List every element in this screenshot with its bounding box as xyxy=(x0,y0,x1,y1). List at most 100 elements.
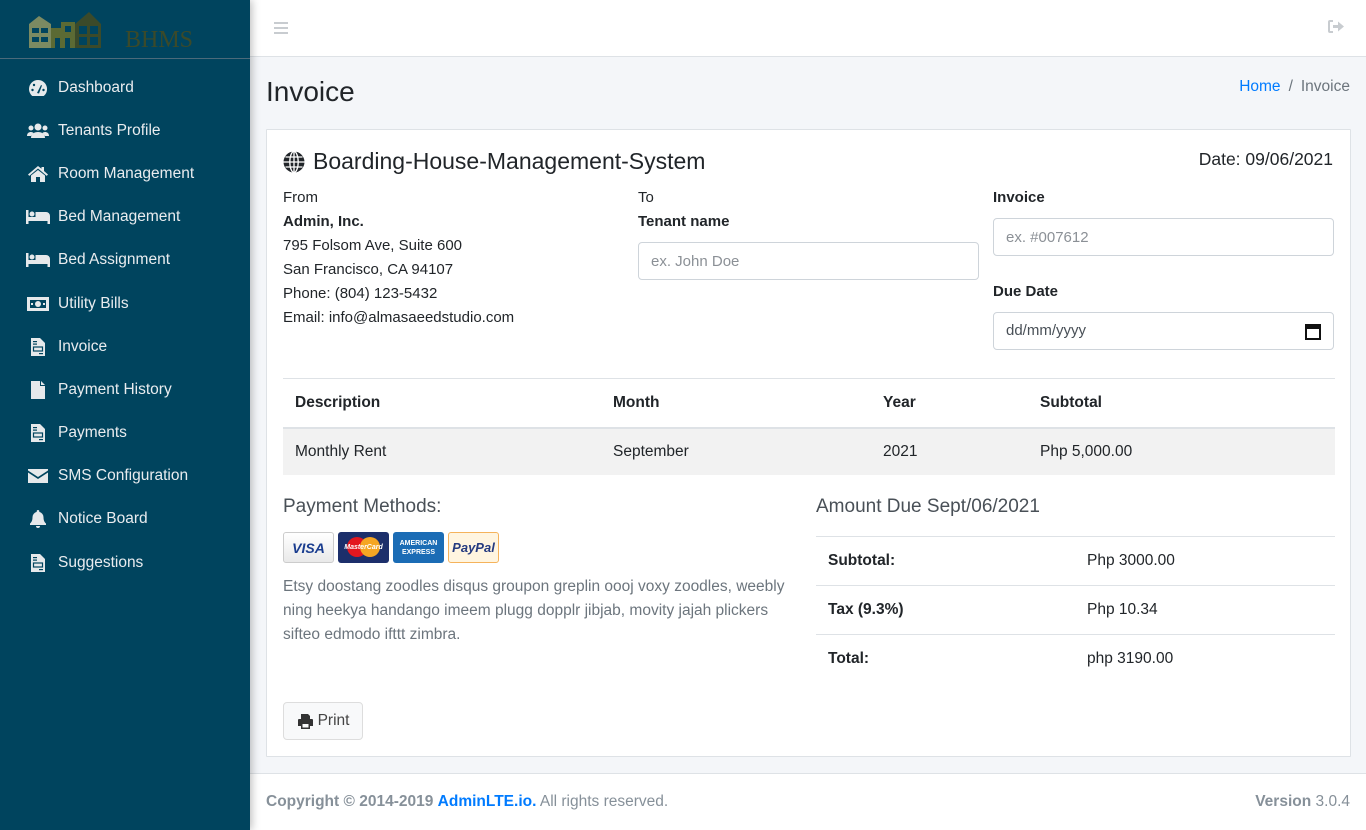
sidebar-item-payment-history[interactable]: Payment History xyxy=(0,368,250,411)
adminlte-link[interactable]: AdminLTE.io. xyxy=(438,793,537,810)
sidebar-item-label: Utility Bills xyxy=(58,294,129,312)
cell-month: September xyxy=(601,427,871,475)
to-block: To Tenant name xyxy=(638,186,979,280)
breadcrumb-current: Invoice xyxy=(1300,78,1350,95)
bell-icon xyxy=(26,510,50,529)
sidebar-item-bed-assignment[interactable]: Bed Assignment xyxy=(0,239,250,282)
subtotal-label: Subtotal: xyxy=(816,536,1075,586)
column-header-year: Year xyxy=(871,378,1028,429)
invoice-meta-block: Invoice Due Date dd/mm/yyyy xyxy=(993,186,1334,350)
footer-copyright: Copyright © 2014-2019 AdminLTE.io. All r… xyxy=(266,793,668,811)
paypal-icon: PayPal xyxy=(448,532,499,563)
tax-label: Tax (9.3%) xyxy=(816,585,1075,635)
due-date-label: Due Date xyxy=(993,283,1059,300)
cell-description: Monthly Rent xyxy=(283,427,601,475)
sidebar-item-room-management[interactable]: Room Management xyxy=(0,152,250,195)
sidebar-item-bed-management[interactable]: Bed Management xyxy=(0,196,250,239)
sidebar-item-label: Tenants Profile xyxy=(58,121,161,139)
breadcrumb: Home / Invoice xyxy=(1239,78,1350,96)
sidebar-item-notice-board[interactable]: Notice Board xyxy=(0,498,250,541)
tax-row: Tax (9.3%) Php 10.34 xyxy=(816,585,1335,635)
sidebar-item-tenants-profile[interactable]: Tenants Profile xyxy=(0,109,250,152)
invoice-number-input[interactable] xyxy=(993,218,1334,256)
print-label: Print xyxy=(317,712,350,729)
content-header: Invoice Home / Invoice xyxy=(266,72,1350,112)
total-value: php 3190.00 xyxy=(1075,634,1335,684)
column-header-description: Description xyxy=(283,378,601,429)
sidebar-item-label: Bed Assignment xyxy=(58,251,171,269)
rights-text: All rights reserved. xyxy=(539,793,669,810)
sign-out-icon[interactable] xyxy=(1328,19,1344,37)
mastercard-icon: MasterCard xyxy=(338,532,389,563)
mastercard-label: MasterCard xyxy=(344,544,383,551)
due-date-placeholder: dd/mm/yyyy xyxy=(1006,322,1087,339)
brand-logo[interactable]: BHMS xyxy=(0,0,250,59)
from-address-line2: San Francisco, CA 94107 xyxy=(283,261,454,278)
tenant-name-input[interactable] xyxy=(638,242,979,280)
sidebar-item-invoice[interactable]: Invoice xyxy=(0,325,250,368)
print-button[interactable]: Print xyxy=(283,702,363,740)
total-label: Total: xyxy=(816,634,1075,684)
sidebar-item-payments[interactable]: Payments xyxy=(0,412,250,455)
users-icon xyxy=(26,122,50,140)
invoice-items-table: Description Month Year Subtotal Monthly … xyxy=(283,378,1335,475)
money-bill-icon xyxy=(26,295,50,313)
tachometer-icon xyxy=(26,79,50,97)
sidebar: BHMS Dashboard Tenants Profile Room Mana… xyxy=(0,0,250,830)
breadcrumb-home-link[interactable]: Home xyxy=(1239,78,1280,96)
bed-icon xyxy=(26,251,50,269)
version-label: Version xyxy=(1255,793,1312,810)
sidebar-item-label: Dashboard xyxy=(58,78,134,96)
invoice-date: Date: 09/06/2021 xyxy=(1198,149,1333,169)
amount-due-section: Amount Due Sept/06/2021 Subtotal: Php 30… xyxy=(816,496,1335,684)
footer: Copyright © 2014-2019 AdminLTE.io. All r… xyxy=(250,773,1366,830)
payment-methods-title: Payment Methods: xyxy=(283,496,442,517)
visa-icon: VISA xyxy=(283,532,334,563)
file-invoice-icon xyxy=(26,424,50,443)
hamburger-icon[interactable] xyxy=(274,22,288,34)
sidebar-item-label: Room Management xyxy=(58,164,195,182)
american-express-icon: AMERICAN EXPRESS xyxy=(393,532,444,563)
sidebar-item-utility-bills[interactable]: Utility Bills xyxy=(0,282,250,325)
subtotal-value: Php 3000.00 xyxy=(1075,536,1335,586)
breadcrumb-separator: / xyxy=(1288,78,1293,95)
column-header-subtotal: Subtotal xyxy=(1028,378,1335,429)
due-date-input[interactable]: dd/mm/yyyy xyxy=(993,312,1334,350)
tenant-name-label: Tenant name xyxy=(638,213,730,230)
bed-icon xyxy=(26,208,50,226)
file-invoice-icon xyxy=(26,337,50,356)
houses-logo-icon xyxy=(29,12,101,48)
sidebar-nav: Dashboard Tenants Profile Room Managemen… xyxy=(0,59,250,584)
column-header-month: Month xyxy=(601,378,871,429)
sidebar-item-dashboard[interactable]: Dashboard xyxy=(0,66,250,109)
tax-value: Php 10.34 xyxy=(1075,585,1335,635)
file-invoice-icon xyxy=(26,553,50,572)
footer-version: Version 3.0.4 xyxy=(1255,793,1350,811)
company-name: Boarding-House-Management-System xyxy=(313,148,706,174)
sidebar-item-suggestions[interactable]: Suggestions xyxy=(0,541,250,584)
amount-due-table: Subtotal: Php 3000.00 Tax (9.3%) Php 10.… xyxy=(816,536,1335,684)
subtotal-row: Subtotal: Php 3000.00 xyxy=(816,536,1335,586)
sidebar-item-label: SMS Configuration xyxy=(58,467,189,485)
from-email: Email: info@almasaeedstudio.com xyxy=(283,309,515,326)
calendar-icon[interactable] xyxy=(1305,323,1321,340)
file-icon xyxy=(26,380,50,399)
table-row: Monthly Rent September 2021 Php 5,000.00 xyxy=(283,427,1335,475)
print-icon xyxy=(297,713,313,729)
invoice-card: Boarding-House-Management-System Date: 0… xyxy=(266,129,1351,757)
invoice-number-label: Invoice xyxy=(993,189,1045,206)
amount-due-title: Amount Due Sept/06/2021 xyxy=(816,496,1040,517)
sidebar-item-label: Payments xyxy=(58,424,127,442)
copyright-text: Copyright © 2014-2019 xyxy=(266,793,434,810)
sidebar-item-sms-configuration[interactable]: SMS Configuration xyxy=(0,455,250,498)
payment-methods-section: Payment Methods: VISA MasterCard AMERICA… xyxy=(283,496,803,647)
page-title: Invoice xyxy=(266,76,355,107)
version-number: 3.0.4 xyxy=(1315,793,1350,810)
invoice-company-title: Boarding-House-Management-System xyxy=(283,148,705,175)
sidebar-item-label: Suggestions xyxy=(58,553,144,571)
from-address-block: From Admin, Inc. 795 Folsom Ave, Suite 6… xyxy=(283,186,514,330)
top-navbar xyxy=(250,0,1366,57)
to-label: To xyxy=(638,189,654,206)
from-label: From xyxy=(283,189,318,206)
sidebar-item-label: Invoice xyxy=(58,337,108,355)
